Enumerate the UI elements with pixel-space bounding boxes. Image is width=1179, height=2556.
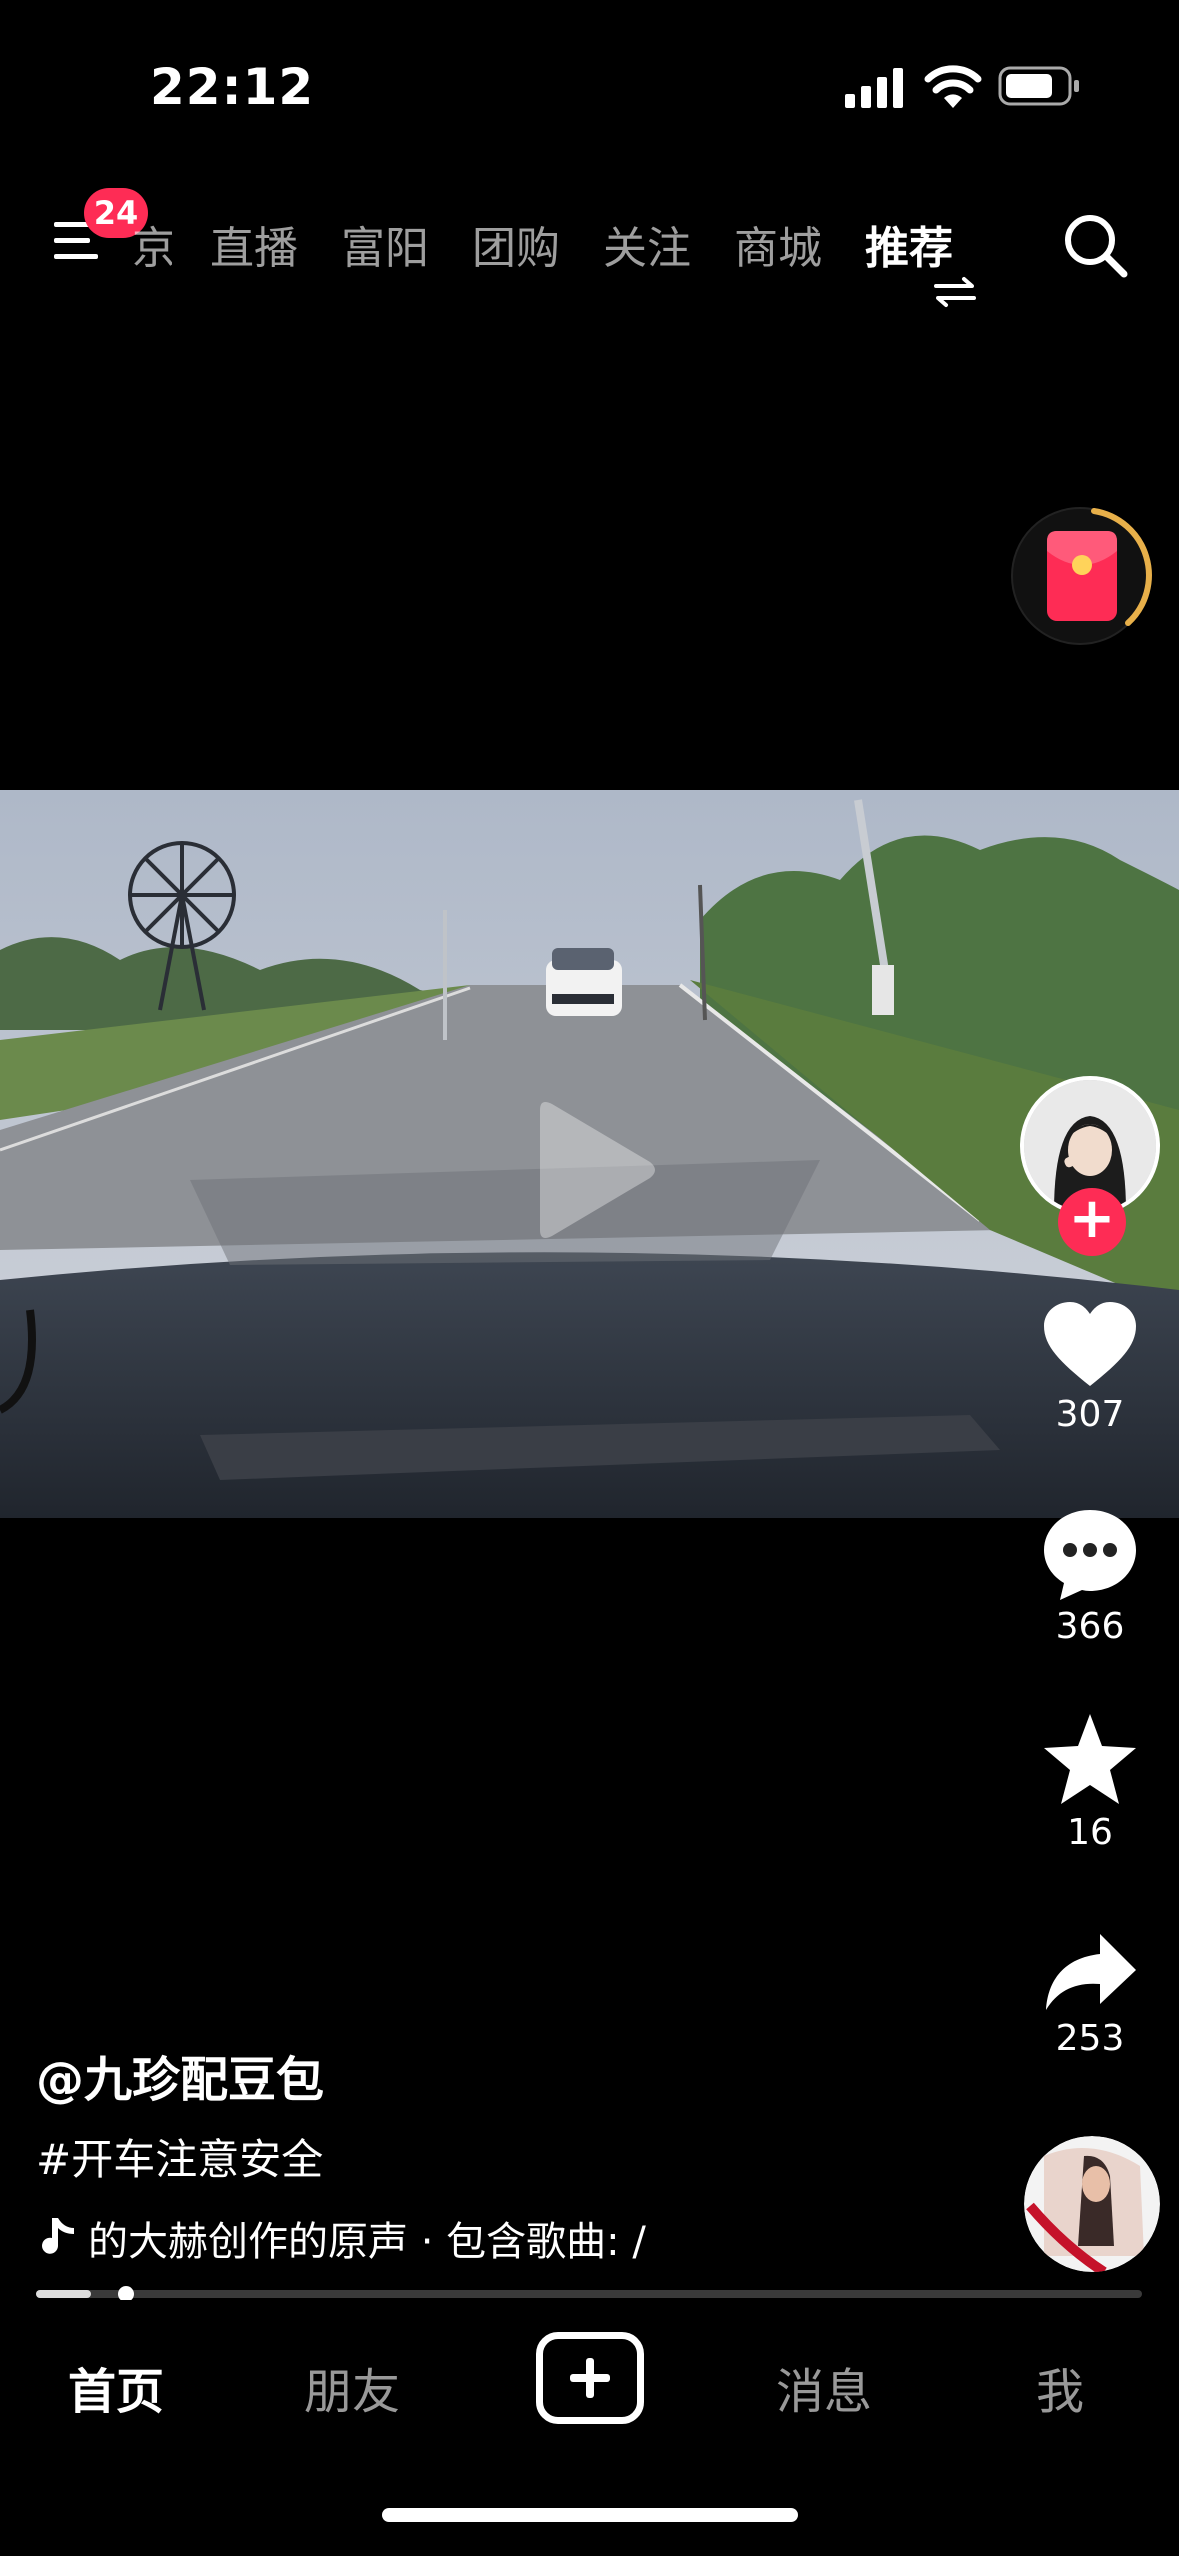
tab-mall[interactable]: 商城 [734,212,822,276]
status-time: 22:12 [150,58,315,116]
music-text: 的大赫创作的原声 · 包含歌曲: / [88,2219,646,2265]
swap-icon[interactable] [930,276,980,308]
nav-me[interactable]: 我 [980,2352,1140,2422]
like-count: 307 [1055,1394,1125,1435]
share-icon [1046,1934,1136,2010]
cellular-signal-icon [845,68,903,108]
heart-icon [1044,1302,1136,1386]
nav-friends[interactable]: 朋友 [272,2352,432,2422]
comment-button[interactable]: 366 [1020,1506,1160,1647]
nav-home[interactable]: 首页 [36,2352,196,2422]
search-icon[interactable] [1060,210,1130,280]
tab-local[interactable]: 京 [132,212,172,276]
battery-icon [998,66,1079,106]
like-button[interactable]: 307 [1020,1300,1160,1435]
tab-following[interactable]: 关注 [603,212,691,276]
share-count: 253 [1055,2018,1125,2059]
share-button[interactable]: 253 [1020,1930,1160,2059]
comment-icon [1044,1510,1136,1600]
top-tabs: 京 直播 富阳 团购 关注 商城 推荐 [132,212,953,276]
tab-fuyang[interactable]: 富阳 [341,212,429,276]
plus-icon [570,2358,610,2398]
follow-button[interactable]: + [1058,1188,1126,1256]
video-progress-fill [36,2290,92,2298]
video-progress[interactable] [36,2290,1142,2298]
wifi-icon [924,65,982,108]
music-disc[interactable] [1024,2136,1160,2272]
nav-messages[interactable]: 消息 [744,2352,904,2422]
tab-recommend[interactable]: 推荐 [865,212,953,276]
music-note-icon [42,2218,74,2254]
tab-live[interactable]: 直播 [210,212,298,276]
red-packet-icon[interactable] [1010,503,1156,649]
play-icon[interactable] [510,1090,670,1250]
comment-count: 366 [1055,1606,1125,1647]
hashtag[interactable]: #开车注意安全 [36,2126,323,2187]
favorite-button[interactable]: 16 [1020,1712,1160,1853]
author-name[interactable]: @九珍配豆包 [36,2040,324,2110]
music-info[interactable]: 的大赫创作的原声 · 包含歌曲: / [36,2210,736,2266]
star-icon [1044,1714,1136,1804]
tab-group-buy[interactable]: 团购 [472,212,560,276]
home-indicator[interactable] [382,2508,798,2522]
favorite-count: 16 [1067,1812,1113,1853]
create-button[interactable] [536,2332,644,2424]
